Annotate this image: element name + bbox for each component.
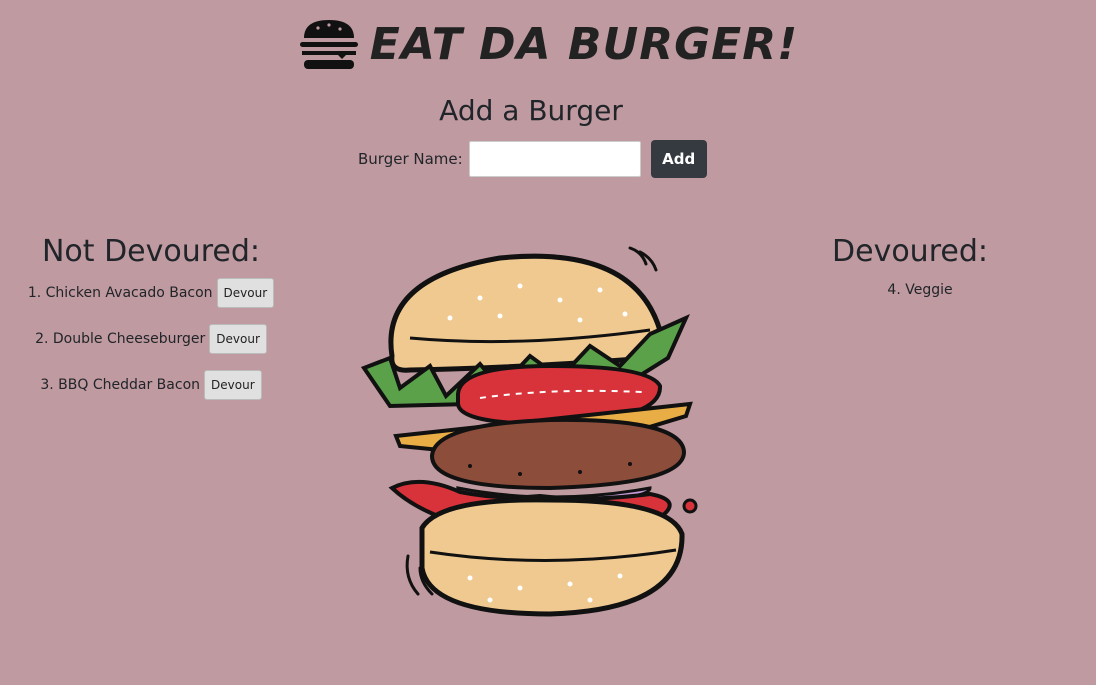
devoured-list: 4. Veggie [830, 282, 1010, 298]
devour-button[interactable]: Devour [204, 370, 262, 400]
burger-illustration [360, 246, 698, 617]
list-item: 1. Chicken Avacado Bacon Devour [0, 278, 302, 308]
burger-name-label: Burger Name: [358, 150, 463, 168]
burger-icon [299, 20, 358, 69]
devoured-title: Devoured: [832, 234, 988, 269]
list-item: 2. Double Cheeseburger Devour [0, 324, 302, 354]
page-title: EAT DA BURGER! [369, 18, 799, 70]
burger-name-input[interactable] [468, 141, 641, 177]
devour-button[interactable]: Devour [209, 324, 267, 354]
burger-item-text: 1. Chicken Avacado Bacon [27, 285, 213, 301]
add-button[interactable]: Add [650, 140, 707, 178]
list-item: 3. BBQ Cheddar Bacon Devour [0, 370, 302, 400]
not-devoured-title: Not Devoured: [41, 234, 261, 269]
not-devoured-list: 1. Chicken Avacado Bacon Devour 2. Doubl… [0, 278, 302, 416]
burger-item-text: 3. BBQ Cheddar Bacon [40, 377, 201, 393]
add-burger-title: Add a Burger [439, 94, 623, 127]
burger-item-text: 4. Veggie [887, 282, 953, 298]
burger-item-text: 2. Double Cheeseburger [35, 331, 206, 347]
devour-button[interactable]: Devour [216, 278, 275, 308]
add-burger-form: Burger Name: Add [358, 140, 707, 178]
page-header: EAT DA BURGER! [0, 14, 1096, 74]
list-item: 4. Veggie [830, 282, 1010, 298]
